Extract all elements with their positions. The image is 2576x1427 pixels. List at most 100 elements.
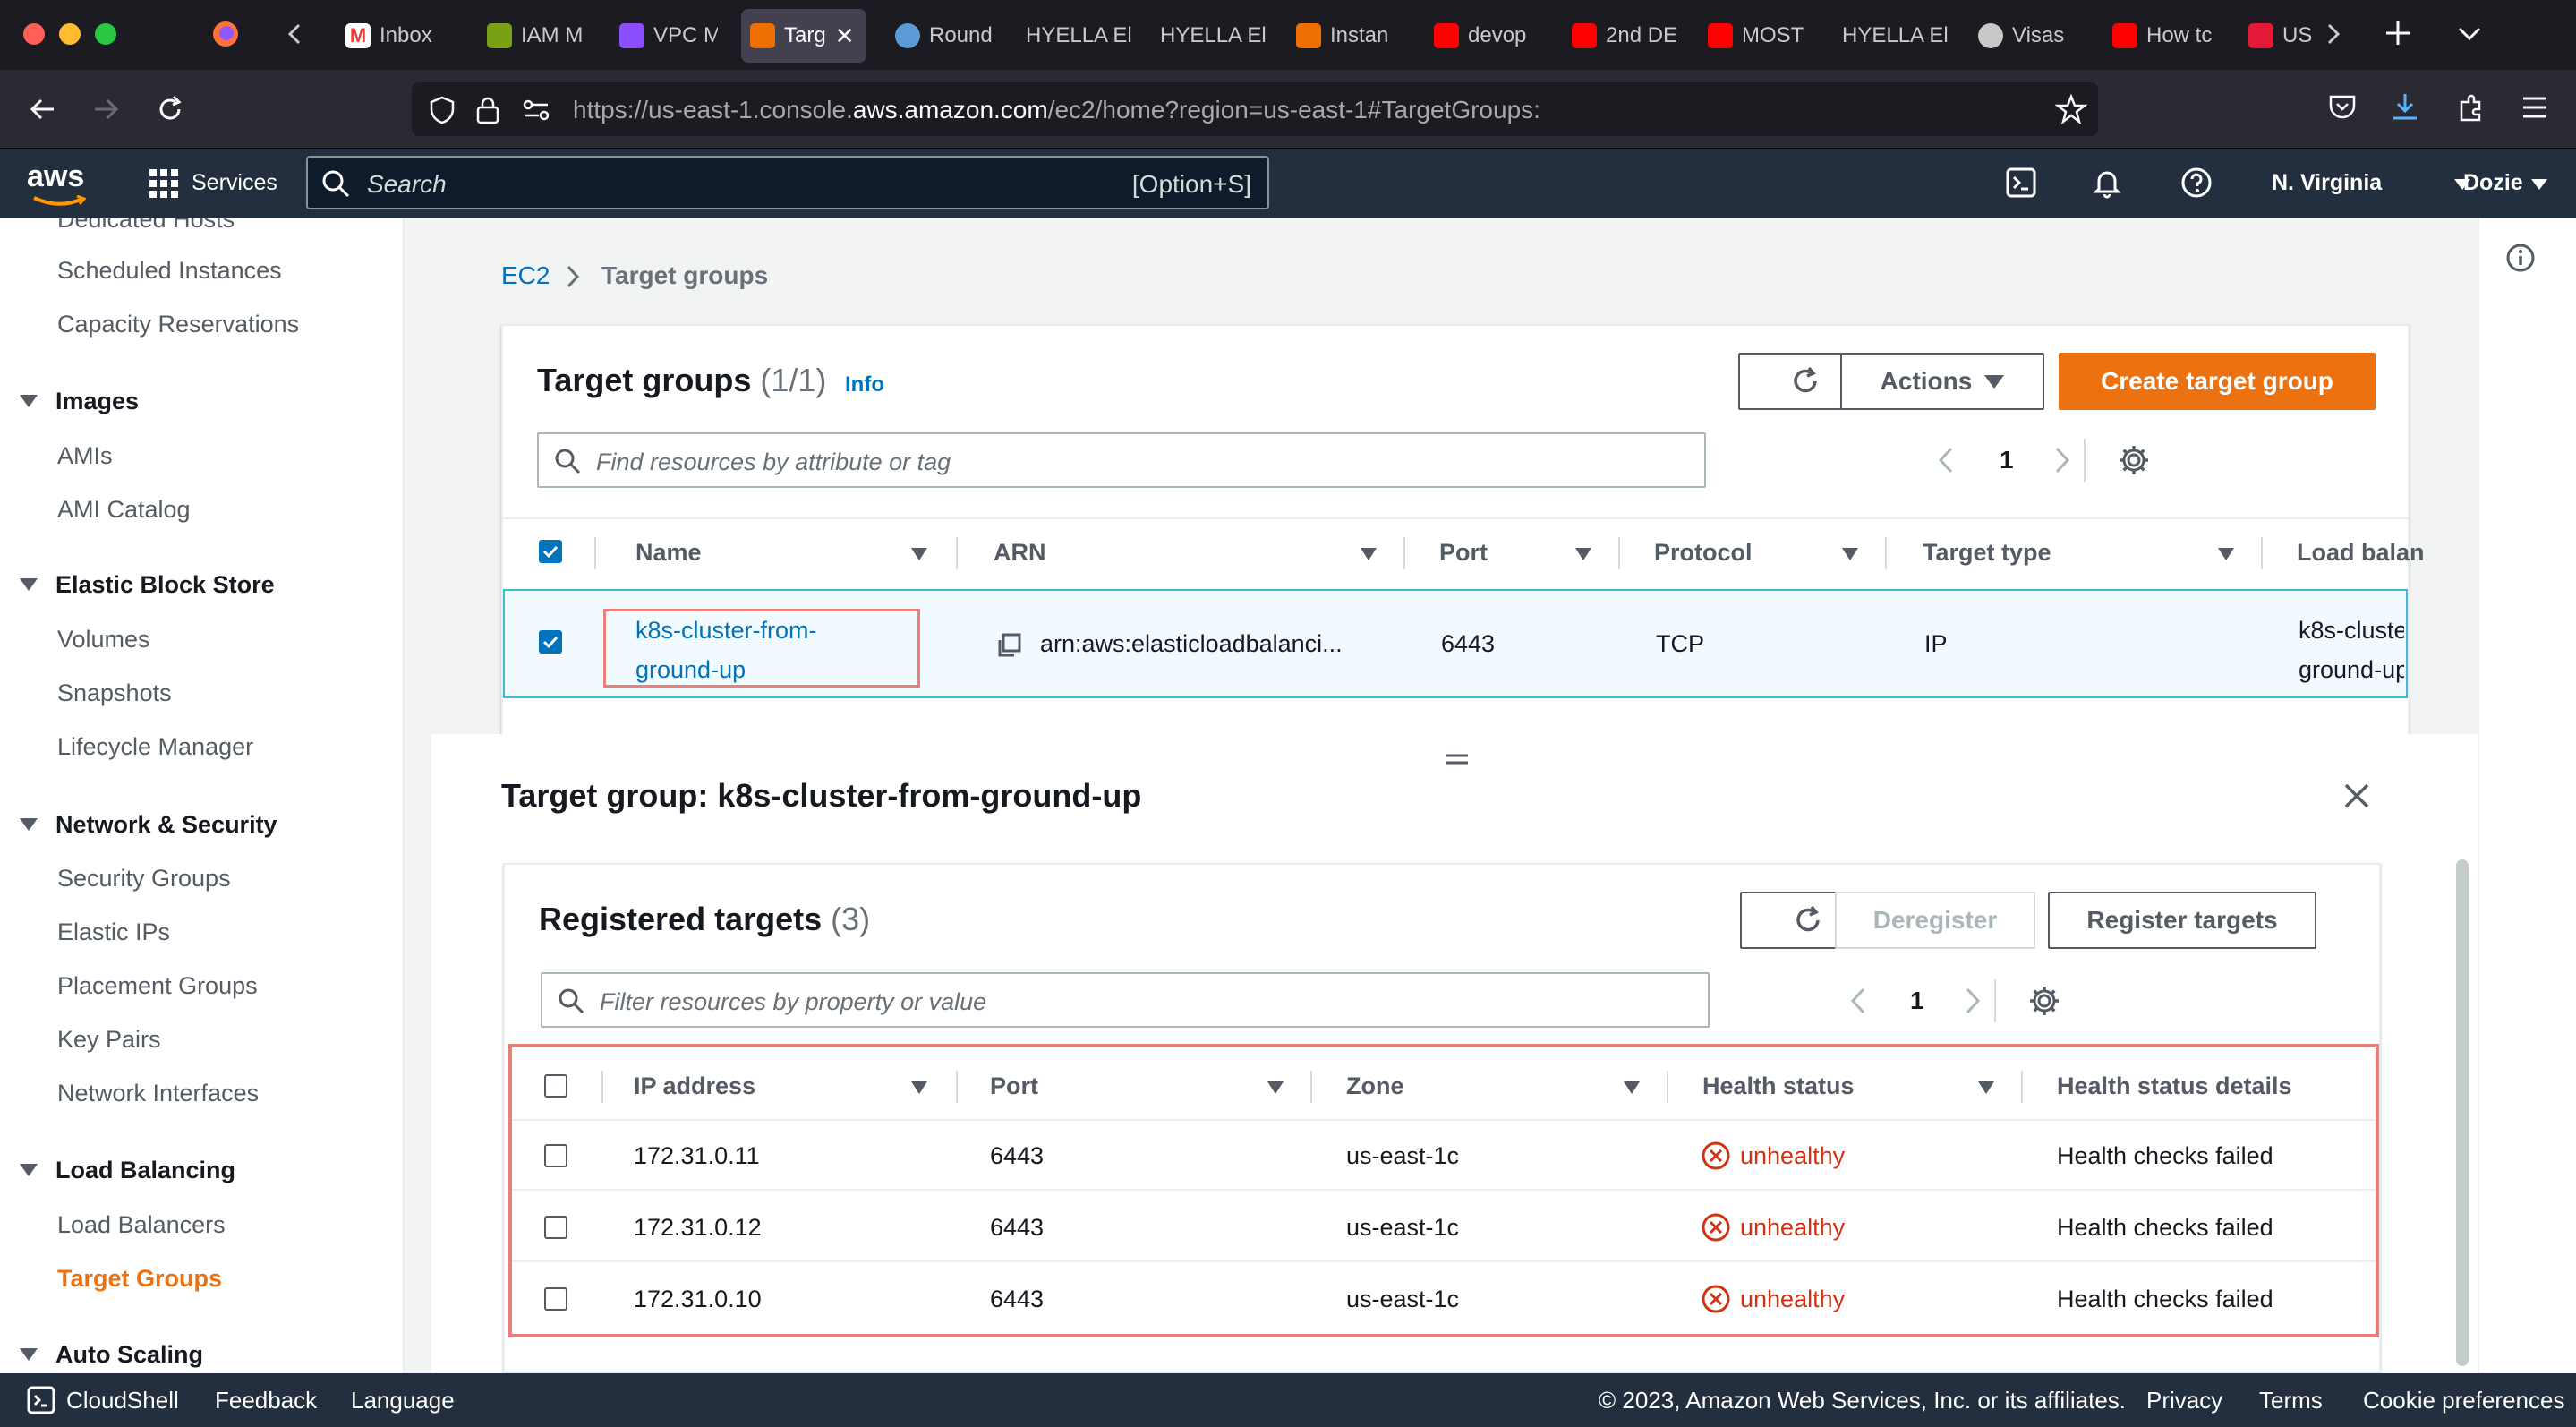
prev-page-icon[interactable] [1847,985,1869,1017]
tab-vpc[interactable]: VPC M [610,9,718,63]
tab-2nd-de[interactable]: 2nd DE [1563,9,1679,63]
copy-icon[interactable] [995,632,1022,659]
tab-scroll-left-icon[interactable] [285,20,306,48]
column-header-health-status-details[interactable]: Health status details [2057,1072,2292,1100]
sort-icon[interactable] [1575,548,1591,560]
column-header-ip-address[interactable]: IP address [634,1072,755,1100]
new-tab-icon[interactable] [2383,18,2413,48]
page-number[interactable]: 1 [2000,446,2014,474]
sort-icon[interactable] [911,1081,927,1094]
collapse-caret-icon[interactable] [20,818,38,831]
preferences-gear-icon[interactable] [2118,444,2150,476]
sidebar-item-load-balancers[interactable]: Load Balancers [57,1211,226,1239]
sidebar-section-elastic-block-store[interactable]: Elastic Block Store [55,571,275,599]
services-grid-icon[interactable] [149,168,179,199]
column-header-protocol[interactable]: Protocol [1654,539,1753,567]
tab-scroll-right-icon[interactable] [2322,20,2343,48]
row-checkbox[interactable] [544,1287,567,1311]
lock-icon[interactable] [474,95,501,125]
column-header-port[interactable]: Port [990,1072,1038,1100]
actions-button[interactable]: Actions [1840,353,2044,410]
close-window-button[interactable] [23,23,45,45]
aws-search-input[interactable]: Search [Option+S] [306,156,1269,209]
cloudshell-icon[interactable] [27,1386,55,1414]
tab-most[interactable]: MOST [1699,9,1815,63]
account-menu[interactable]: Dozie [2463,170,2523,196]
row-checkbox[interactable] [544,1144,567,1167]
sidebar-item-capacity-reservations[interactable]: Capacity Reservations [57,311,299,338]
sort-icon[interactable] [911,548,927,560]
target-group-name-link[interactable]: k8s-cluster-from- ground-up [635,611,817,689]
shield-icon[interactable] [428,95,456,125]
sidebar-item-ami-catalog[interactable]: AMI Catalog [57,496,191,524]
tab-visas[interactable]: Visas [1969,9,2086,63]
next-page-icon[interactable] [2051,444,2073,476]
sidebar-item-volumes[interactable]: Volumes [57,626,150,654]
cloudshell-link[interactable]: CloudShell [66,1387,179,1414]
sidebar-item-security-groups[interactable]: Security Groups [57,865,231,893]
menu-icon[interactable] [2521,95,2549,120]
sidebar-item-network-interfaces[interactable]: Network Interfaces [57,1080,259,1107]
close-tab-icon[interactable]: ✕ [835,22,855,50]
column-header-target-type[interactable]: Target type [1923,539,2051,567]
sort-icon[interactable] [1842,548,1858,560]
tab-cgi[interactable]: US [2239,9,2313,63]
column-header-zone[interactable]: Zone [1346,1072,1404,1100]
forward-icon[interactable] [90,93,122,125]
region-selector[interactable]: N. Virginia [2272,170,2382,196]
collapse-caret-icon[interactable] [20,1164,38,1176]
services-menu[interactable]: Services [192,170,277,196]
feedback-link[interactable]: Feedback [215,1387,317,1414]
sort-icon[interactable] [1361,548,1377,560]
sidebar-section-load-balancing[interactable]: Load Balancing [55,1157,235,1184]
minimize-window-button[interactable] [59,23,81,45]
column-header-arn[interactable]: ARN [994,539,1046,567]
collapse-caret-icon[interactable] [20,1348,38,1361]
next-page-icon[interactable] [1962,985,1983,1017]
pocket-icon[interactable] [2327,93,2358,122]
help-icon[interactable] [2180,167,2213,199]
filter-resources-input[interactable]: Filter resources by property or value [541,972,1710,1028]
page-number[interactable]: 1 [1910,987,1924,1015]
reload-icon[interactable] [154,93,186,125]
sort-icon[interactable] [2218,548,2234,560]
deregister-button[interactable]: Deregister [1835,892,2035,949]
sidebar-section-auto-scaling[interactable]: Auto Scaling [55,1341,203,1369]
prev-page-icon[interactable] [1935,444,1957,476]
sort-icon[interactable] [1624,1081,1640,1094]
select-all-checkbox[interactable] [539,540,562,563]
sidebar-item-amis[interactable]: AMIs [57,442,113,470]
row-checkbox[interactable] [544,1216,567,1239]
firefox-icon[interactable] [211,20,240,48]
tab-iam[interactable]: IAM M [478,9,585,63]
language-link[interactable]: Language [351,1387,455,1414]
sidebar-item-key-pairs[interactable]: Key Pairs [57,1026,161,1054]
sidebar-item-elastic-ips[interactable]: Elastic IPs [57,919,170,946]
tab-hyella-2[interactable]: HYELLA El [1151,9,1267,63]
permissions-icon[interactable] [521,97,551,124]
tab-hyella-1[interactable]: HYELLA El [1017,9,1133,63]
account-dropdown-icon[interactable] [2531,179,2547,190]
tab-devops[interactable]: devop [1425,9,1541,63]
collapse-caret-icon[interactable] [20,578,38,591]
sidebar-section-network-security[interactable]: Network & Security [55,811,277,839]
back-icon[interactable] [27,93,59,125]
row-checkbox[interactable] [539,630,562,654]
zoom-window-button[interactable] [95,23,116,45]
sidebar-item-placement-groups[interactable]: Placement Groups [57,972,258,1000]
table-row[interactable]: 172.31.0.12 6443 us-east-1c unhealthy He… [512,1192,2376,1262]
extensions-icon[interactable] [2456,93,2485,122]
tab-hyella-3[interactable]: HYELLA El [1833,9,1949,63]
column-header-name[interactable]: Name [635,539,702,567]
column-header-load-balancer[interactable]: Load balan [2297,539,2425,567]
tab-instances[interactable]: Instan [1287,9,1403,63]
notifications-bell-icon[interactable] [2091,167,2123,199]
register-targets-button[interactable]: Register targets [2048,892,2316,949]
resize-handle-icon[interactable] [1445,750,1470,768]
tab-gmail[interactable]: M Inbox [337,9,444,63]
sidebar-section-images[interactable]: Images [55,388,139,415]
info-icon[interactable] [2504,242,2537,274]
collapse-caret-icon[interactable] [20,395,38,407]
info-link[interactable]: Info [845,372,884,397]
breadcrumb-ec2[interactable]: EC2 [501,261,550,289]
